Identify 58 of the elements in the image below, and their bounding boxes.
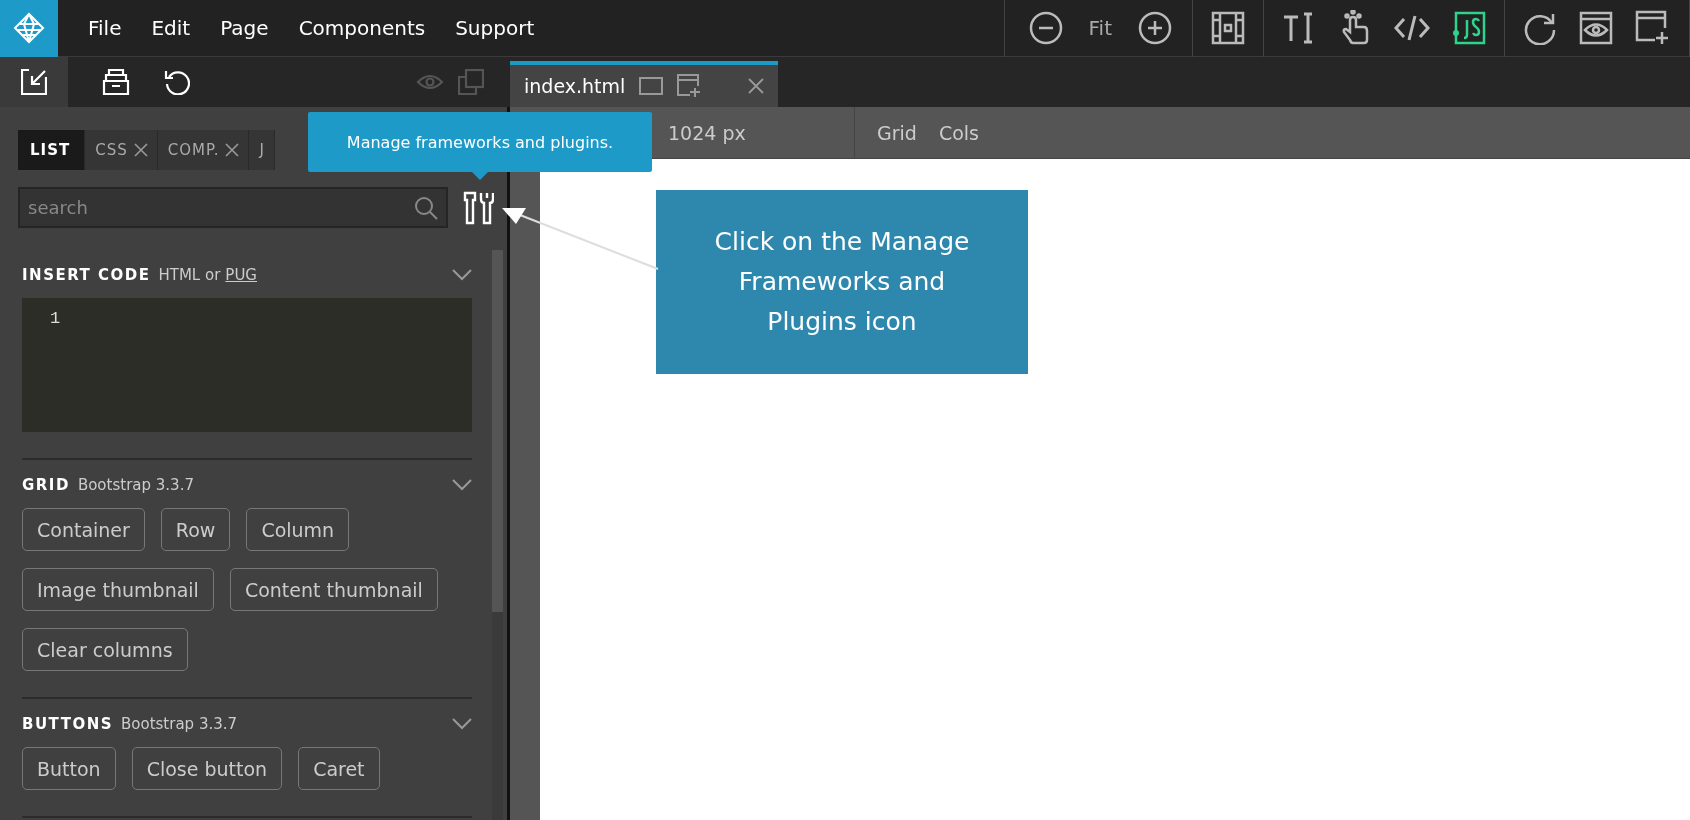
canvas-option[interactable]: Cols — [938, 121, 979, 144]
chevron-down-icon[interactable] — [452, 479, 472, 491]
panel-tab[interactable]: J — [249, 130, 275, 170]
section-subtitle: HTML or — [158, 266, 221, 284]
javascript-icon[interactable] — [1452, 11, 1486, 45]
section-title: INSERT CODE — [22, 266, 151, 284]
import-button[interactable] — [0, 57, 68, 107]
component-button[interactable]: Clear columns — [22, 628, 188, 671]
chevron-down-icon[interactable] — [452, 718, 472, 730]
component-button[interactable]: Container — [22, 508, 145, 551]
canvas-option[interactable]: Grid — [877, 121, 917, 144]
search-icon — [414, 196, 438, 220]
pug-link[interactable]: PUG — [225, 266, 257, 284]
line-number: 1 — [50, 309, 61, 328]
undo-icon[interactable] — [164, 69, 190, 95]
search-field[interactable]: search — [18, 187, 448, 228]
tooltip-pointer — [472, 172, 488, 180]
open-folder-icon[interactable] — [102, 69, 130, 95]
section-subtitle: Bootstrap 3.3.7 — [121, 715, 238, 733]
component-button[interactable]: Caret — [298, 747, 380, 790]
tools-icon[interactable] — [462, 189, 494, 226]
component-button[interactable]: Close button — [131, 747, 283, 790]
section-title: BUTTONS — [22, 715, 114, 733]
canvas-width-label[interactable]: 1024 px — [668, 121, 854, 144]
window-icon[interactable] — [639, 77, 664, 95]
section-title: GRID — [22, 476, 70, 494]
menu-item[interactable]: Support — [455, 16, 535, 40]
code-icon[interactable] — [1394, 13, 1430, 43]
panel-tab[interactable]: LIST — [18, 130, 86, 170]
add-page-icon[interactable] — [1635, 10, 1671, 46]
component-button[interactable]: Content thumbnail — [229, 568, 438, 611]
menu-item[interactable]: Page — [220, 16, 269, 40]
panel-tab[interactable]: CSS — [85, 130, 158, 170]
close-icon[interactable] — [748, 78, 764, 94]
component-button[interactable]: Column — [246, 508, 350, 551]
zoom-fit-button[interactable]: Fit — [1088, 16, 1112, 40]
menu-item[interactable]: Components — [298, 16, 426, 40]
layout-icon[interactable] — [1211, 11, 1245, 45]
component-button[interactable]: Row — [160, 508, 231, 551]
section-subtitle: Bootstrap 3.3.7 — [77, 476, 194, 494]
scrollbar[interactable] — [492, 250, 503, 612]
zoom-out-icon[interactable] — [1028, 11, 1063, 45]
menu-item[interactable]: Edit — [151, 16, 191, 40]
code-editor[interactable]: 1 — [22, 298, 472, 432]
callout-box: Click on the Manage Frameworks and Plugins icon — [656, 190, 1028, 374]
menu-item[interactable]: File — [88, 16, 122, 40]
import-icon — [21, 69, 47, 95]
component-button[interactable]: Button — [22, 747, 116, 790]
close-icon[interactable] — [133, 143, 148, 157]
zoom-in-icon[interactable] — [1138, 11, 1172, 45]
document-tab[interactable]: index.html — [510, 61, 778, 107]
component-button[interactable]: Image thumbnail — [22, 568, 214, 611]
tooltip: Manage frameworks and plugins. — [308, 112, 652, 172]
chevron-down-icon[interactable] — [452, 269, 472, 281]
panel-tab[interactable]: COMP. — [157, 130, 250, 170]
preview-icon[interactable] — [1579, 11, 1613, 45]
close-icon[interactable] — [225, 143, 240, 157]
refresh-icon[interactable] — [1523, 11, 1557, 45]
